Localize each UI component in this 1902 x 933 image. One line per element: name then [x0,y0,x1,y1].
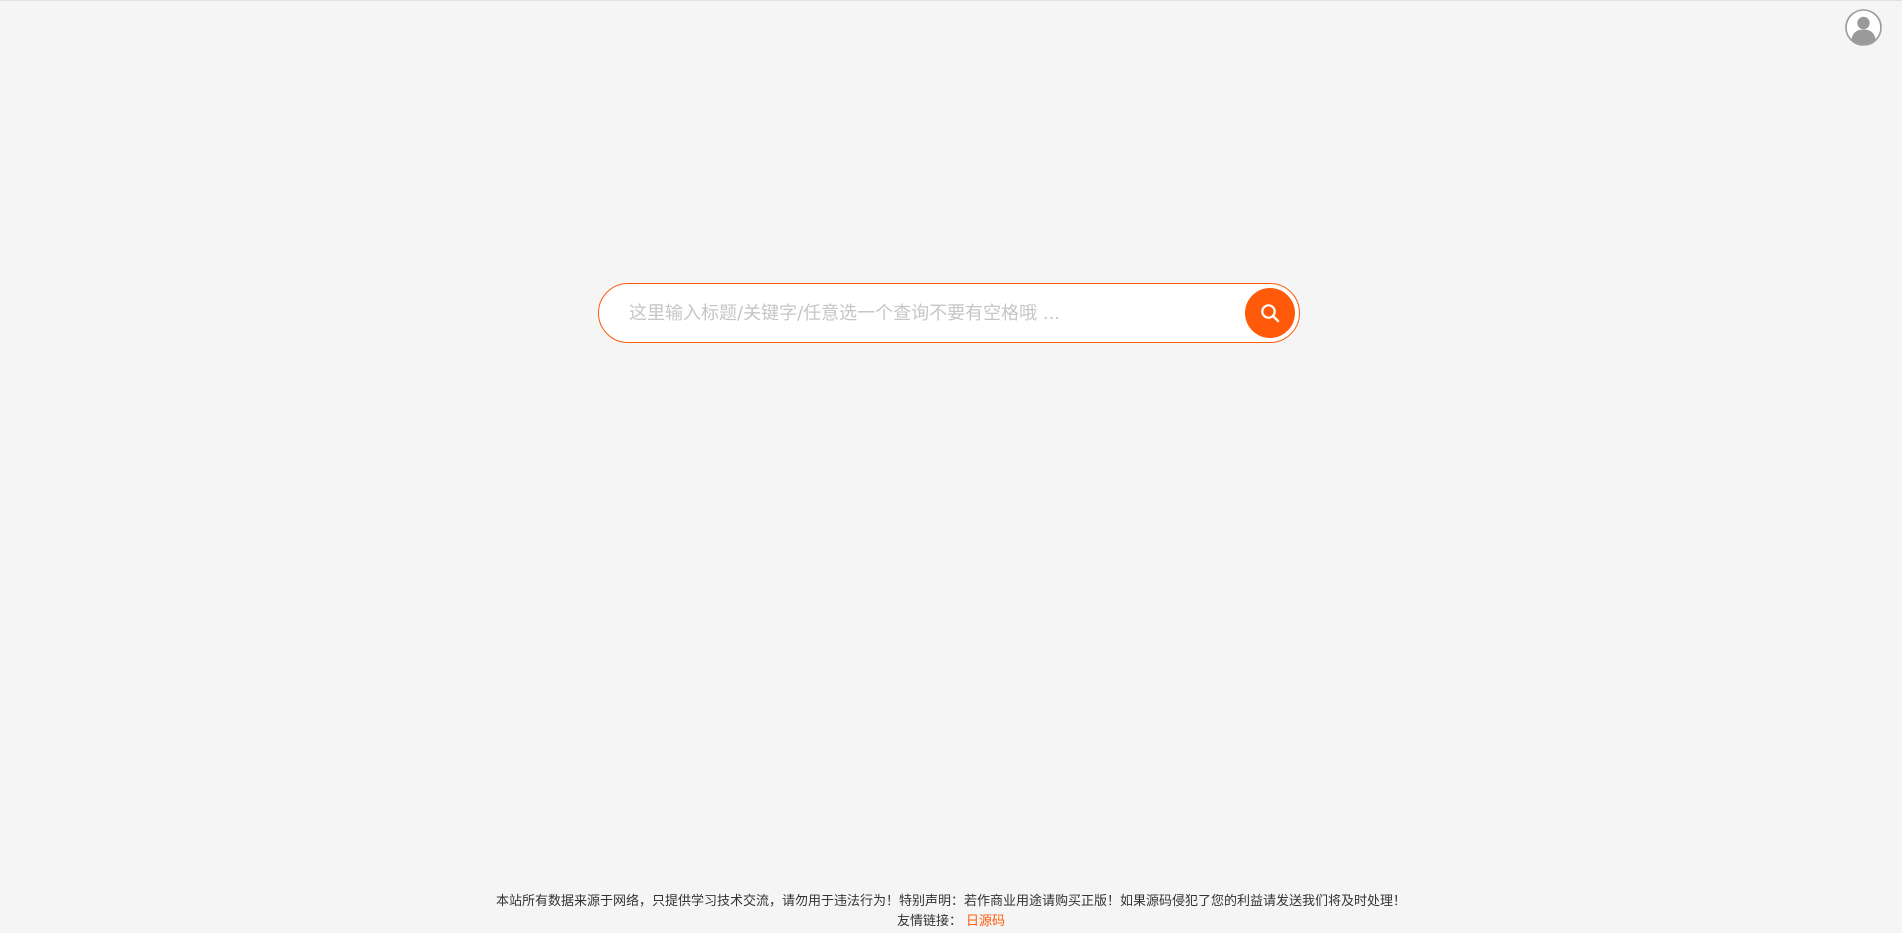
footer-disclaimer: 本站所有数据来源于网络，只提供学习技术交流，请勿用于违法行为！特别声明：若作商业… [495,894,1406,909]
footer: 本站所有数据来源于网络，只提供学习技术交流，请勿用于违法行为！特别声明：若作商业… [0,892,1902,932]
corner-decoration [1716,928,1742,933]
user-avatar-icon[interactable] [1845,9,1882,46]
search-icon [1261,304,1280,323]
search-button[interactable] [1245,288,1295,338]
friend-links: 友情链接： 日源码 [0,912,1902,932]
search-input[interactable] [629,296,1209,330]
friend-link-item[interactable]: 日源码 [966,914,1005,929]
search-box [598,283,1300,343]
friend-links-label: 友情链接： [896,914,962,929]
user-avatar-svg [1845,9,1882,46]
page: 本站所有数据来源于网络，只提供学习技术交流，请勿用于违法行为！特别声明：若作商业… [0,0,1902,933]
